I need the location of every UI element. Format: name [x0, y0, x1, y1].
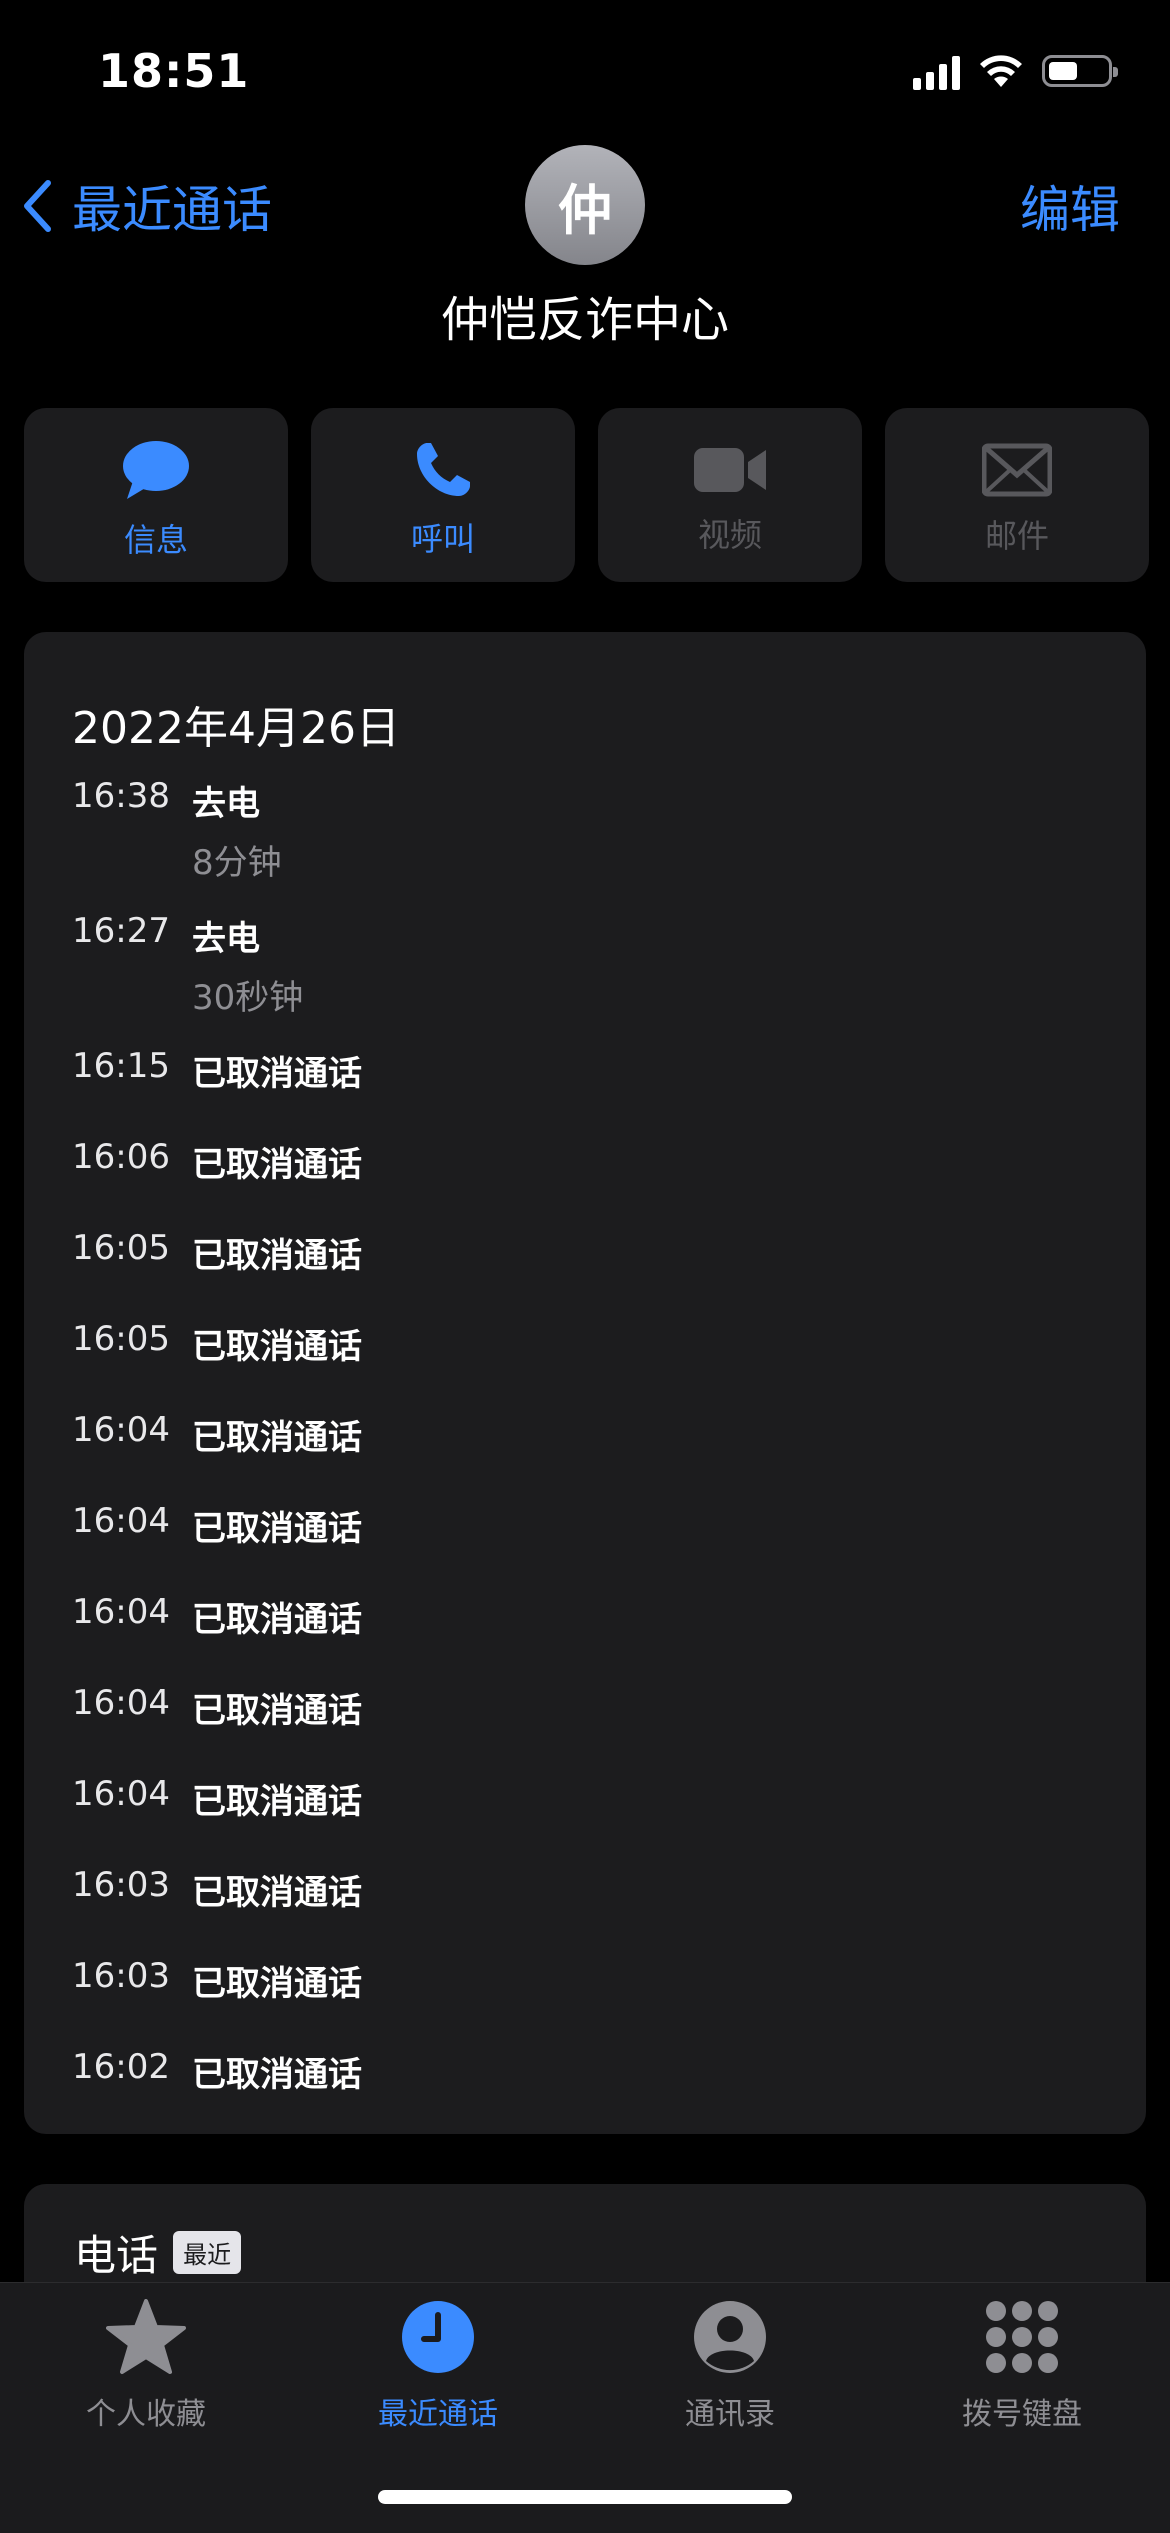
status-icons	[913, 52, 1118, 90]
call-time: 16:04	[72, 1410, 170, 1450]
call-type: 去电	[192, 784, 260, 824]
call-row: 16:27 去电 30秒钟	[72, 911, 1146, 1046]
status-time: 18:51	[98, 44, 250, 98]
call-history-card: 2022年4月26日 16:38 去电 8分钟 16:27 去电 30秒钟 16…	[24, 632, 1146, 2134]
chevron-left-icon	[24, 180, 51, 232]
call-row: 16:05 已取消通话	[72, 1228, 1146, 1319]
call-time: 16:04	[72, 1683, 170, 1723]
mail-button[interactable]: 邮件	[885, 408, 1149, 582]
wifi-icon	[980, 55, 1022, 87]
call-type: 已取消通话	[192, 1873, 362, 1913]
recent-badge: 最近	[173, 2231, 242, 2274]
call-button[interactable]: 呼叫	[311, 408, 575, 582]
tab-keypad[interactable]: 拨号键盘	[876, 2299, 1168, 2433]
call-time: 16:03	[72, 1865, 170, 1905]
cellular-signal-icon	[913, 52, 960, 90]
back-button[interactable]: 最近通话	[22, 170, 272, 242]
history-date: 2022年4月26日	[72, 703, 400, 754]
call-time: 16:03	[72, 1956, 170, 1996]
message-button[interactable]: 信息	[24, 408, 288, 582]
message-icon	[123, 441, 189, 499]
call-row: 16:04 已取消通话	[72, 1592, 1146, 1683]
person-icon	[694, 2301, 766, 2373]
tab-label: 通讯录	[685, 2397, 775, 2432]
edit-button[interactable]: 编辑	[1020, 170, 1120, 242]
status-bar: 18:51	[0, 0, 1170, 140]
phone-section-title: 电话	[74, 2231, 159, 2280]
call-row: 16:03 已取消通话	[72, 1956, 1146, 2047]
call-type: 已取消通话	[192, 1418, 362, 1458]
battery-icon	[1042, 55, 1118, 87]
call-type: 已取消通话	[192, 1236, 362, 1276]
call-type: 已取消通话	[192, 1782, 362, 1822]
tab-label: 最近通话	[378, 2397, 498, 2432]
call-row: 16:15 已取消通话	[72, 1046, 1146, 1137]
tab-favorites[interactable]: 个人收藏	[0, 2299, 292, 2433]
call-type: 已取消通话	[192, 1600, 362, 1640]
call-row: 16:04 已取消通话	[72, 1774, 1146, 1865]
call-row: 16:05 已取消通话	[72, 1319, 1146, 1410]
call-type: 已取消通话	[192, 2055, 362, 2095]
call-duration: 8分钟	[192, 843, 282, 883]
call-type: 已取消通话	[192, 1964, 362, 2004]
call-type: 去电	[192, 919, 260, 959]
call-type: 已取消通话	[192, 1054, 362, 1094]
call-row: 16:04 已取消通话	[72, 1410, 1146, 1501]
call-time: 16:02	[72, 2047, 170, 2087]
call-time: 16:05	[72, 1319, 170, 1359]
call-time: 16:15	[72, 1046, 170, 1086]
call-label: 呼叫	[410, 520, 475, 558]
call-time: 16:04	[72, 1501, 170, 1541]
tab-contacts[interactable]: 通讯录	[584, 2299, 876, 2433]
nav-bar: 最近通话 仲 仲恺反诈中心 编辑	[0, 140, 1170, 350]
mail-icon	[982, 443, 1052, 497]
call-time: 16:04	[72, 1592, 170, 1632]
call-type: 已取消通话	[192, 1691, 362, 1731]
star-icon	[106, 2299, 186, 2374]
call-time: 16:27	[72, 911, 170, 951]
back-label: 最近通话	[72, 181, 272, 239]
call-duration: 30秒钟	[192, 978, 304, 1018]
message-label: 信息	[123, 521, 188, 559]
call-row: 16:04 已取消通话	[72, 1683, 1146, 1774]
call-time: 16:38	[72, 776, 170, 816]
video-button[interactable]: 视频	[598, 408, 862, 582]
call-time: 16:06	[72, 1137, 170, 1177]
video-label: 视频	[697, 516, 762, 554]
call-time: 16:04	[72, 1774, 170, 1814]
tab-recents[interactable]: 最近通话	[292, 2299, 584, 2433]
phone-icon	[417, 443, 470, 496]
mail-label: 邮件	[984, 517, 1049, 555]
call-time: 16:05	[72, 1228, 170, 1268]
call-row: 16:03 已取消通话	[72, 1865, 1146, 1956]
call-type: 已取消通话	[192, 1509, 362, 1549]
call-row: 16:02 已取消通话	[72, 2047, 1146, 2138]
contact-name: 仲恺反诈中心	[440, 292, 729, 348]
call-type: 已取消通话	[192, 1327, 362, 1367]
call-row: 16:04 已取消通话	[72, 1501, 1146, 1592]
action-buttons: 信息 呼叫 视频 邮件	[24, 408, 1149, 582]
tab-label: 个人收藏	[86, 2397, 206, 2432]
home-indicator[interactable]	[378, 2490, 792, 2504]
call-type: 已取消通话	[192, 1145, 362, 1185]
avatar: 仲	[525, 145, 645, 265]
tab-label: 拨号键盘	[962, 2397, 1082, 2432]
keypad-icon	[986, 2301, 1058, 2373]
video-icon	[694, 448, 766, 492]
call-row: 16:06 已取消通话	[72, 1137, 1146, 1228]
call-row: 16:38 去电 8分钟	[72, 776, 1146, 911]
clock-icon	[402, 2301, 474, 2373]
